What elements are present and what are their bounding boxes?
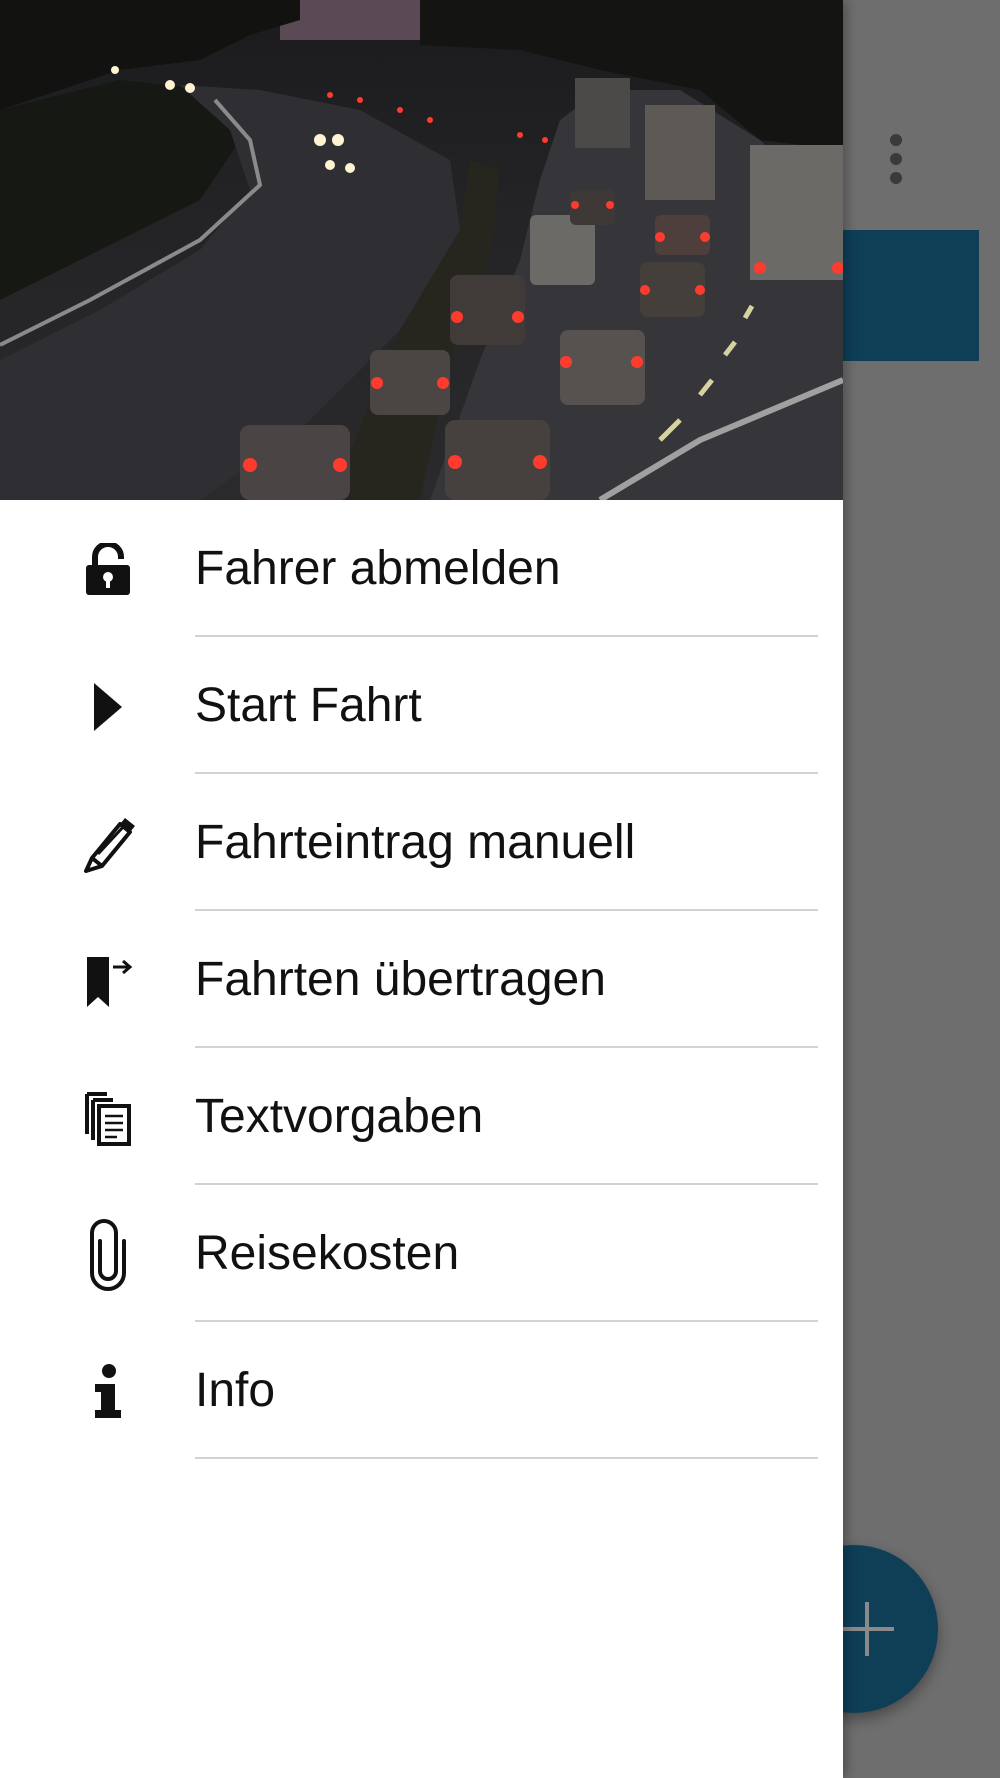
menu-item-label: Info bbox=[195, 1364, 276, 1417]
menu-item-label: Reisekosten bbox=[195, 1227, 460, 1280]
drawer-menu: Fahrer abmelden Start Fahrt Fahrteintrag… bbox=[0, 500, 843, 1459]
menu-item-label: Fahrten übertragen bbox=[195, 953, 606, 1006]
info-icon bbox=[78, 1362, 138, 1422]
menu-item-fahrer-abmelden[interactable]: Fahrer abmelden bbox=[0, 500, 843, 637]
drawer-header-image bbox=[0, 0, 843, 500]
menu-item-info[interactable]: Info bbox=[0, 1322, 843, 1459]
app-toolbar-strip bbox=[842, 230, 979, 361]
paperclip-icon bbox=[78, 1219, 138, 1291]
menu-item-label: Fahrer abmelden bbox=[195, 542, 561, 595]
menu-item-label: Fahrteintrag manuell bbox=[195, 816, 636, 869]
more-vert-icon[interactable] bbox=[886, 134, 906, 186]
menu-item-reisekosten[interactable]: Reisekosten bbox=[0, 1185, 843, 1322]
play-icon bbox=[78, 677, 138, 737]
divider bbox=[195, 1457, 818, 1459]
unlock-icon bbox=[78, 540, 138, 600]
menu-item-start-fahrt[interactable]: Start Fahrt bbox=[0, 637, 843, 774]
menu-item-textvorgaben[interactable]: Textvorgaben bbox=[0, 1048, 843, 1185]
navigation-drawer: Fahrer abmelden Start Fahrt Fahrteintrag… bbox=[0, 0, 843, 1778]
menu-item-fahrteintrag-manuell[interactable]: Fahrteintrag manuell bbox=[0, 774, 843, 911]
pencil-icon bbox=[78, 814, 138, 874]
menu-item-label: Textvorgaben bbox=[195, 1090, 484, 1143]
bookmark-export-icon bbox=[78, 951, 138, 1011]
menu-item-label: Start Fahrt bbox=[195, 679, 422, 732]
menu-item-fahrten-uebertragen[interactable]: Fahrten übertragen bbox=[0, 911, 843, 1048]
documents-icon bbox=[78, 1088, 138, 1148]
